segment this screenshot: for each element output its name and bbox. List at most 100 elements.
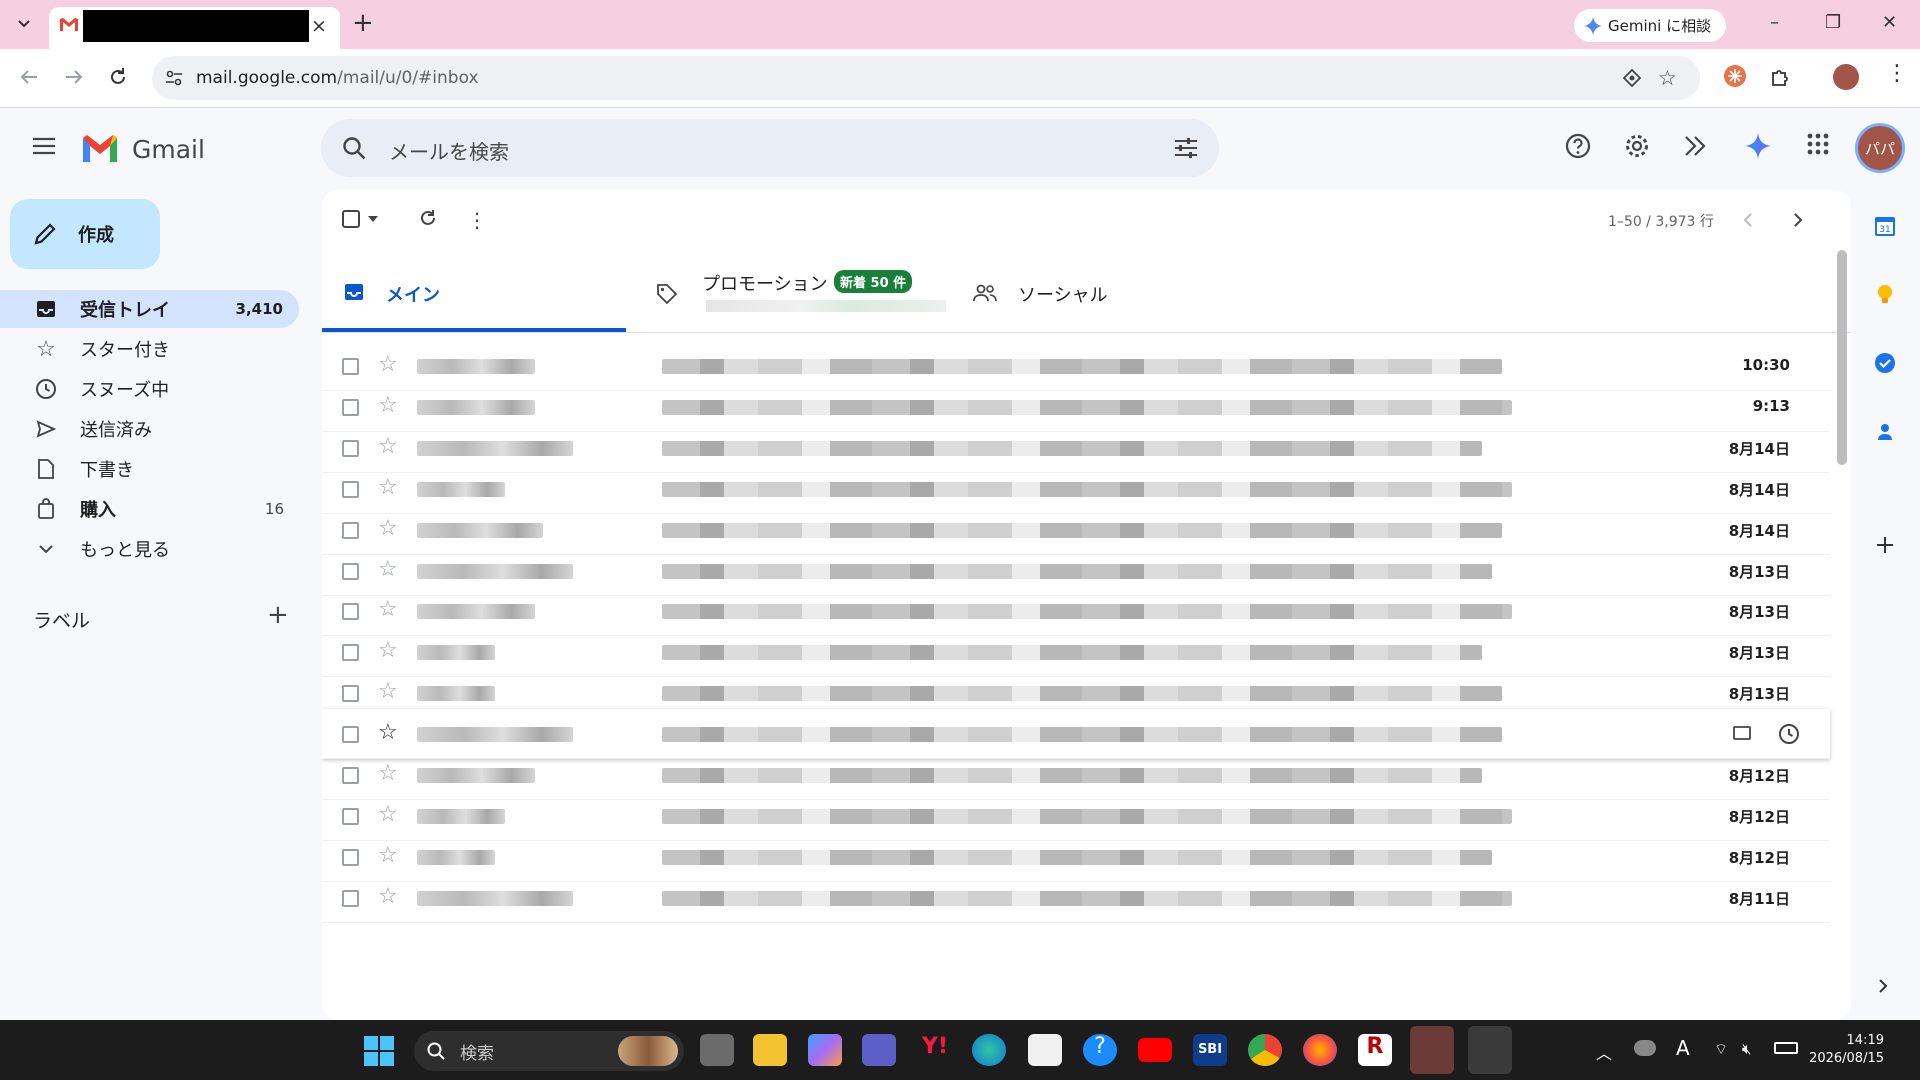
row-star-icon[interactable]: ☆ bbox=[378, 844, 398, 867]
sidebar-item-more[interactable]: もっと見る bbox=[0, 530, 300, 568]
row-checkbox[interactable] bbox=[342, 562, 359, 580]
table-row[interactable]: ☆ 8月11日 bbox=[322, 873, 1830, 923]
compose-button[interactable]: 作成 bbox=[10, 199, 160, 269]
search-options-icon[interactable] bbox=[1173, 136, 1199, 160]
older-page-icon[interactable] bbox=[1792, 212, 1804, 228]
row-star-icon[interactable]: ☆ bbox=[378, 681, 398, 703]
tab-promotions[interactable]: プロモーション 新着 50 件 bbox=[626, 250, 946, 332]
row-checkbox[interactable] bbox=[342, 848, 359, 866]
get-help-icon[interactable]: ? bbox=[1083, 1034, 1117, 1066]
tray-overflow-icon[interactable]: ︿ bbox=[1596, 1040, 1612, 1064]
restore-button[interactable]: ❐ bbox=[1825, 12, 1841, 33]
row-star-icon[interactable]: ☆ bbox=[378, 885, 398, 908]
row-star-icon[interactable]: ☆ bbox=[378, 803, 398, 826]
row-star-icon[interactable]: ☆ bbox=[378, 599, 398, 621]
row-checkbox[interactable] bbox=[342, 685, 359, 703]
task-view-icon[interactable] bbox=[700, 1034, 734, 1066]
gemini-button[interactable]: Gemini に相談 bbox=[1574, 9, 1726, 42]
row-star-icon[interactable]: ☆ bbox=[378, 354, 398, 376]
microsoft-store-icon[interactable] bbox=[1028, 1034, 1062, 1066]
calendar-icon[interactable]: 31 bbox=[1873, 214, 1897, 238]
profile-avatar-icon[interactable] bbox=[1833, 64, 1859, 90]
browser-menu-icon[interactable]: ⋮ bbox=[1886, 61, 1908, 86]
snooze-clock-icon[interactable] bbox=[1778, 723, 1800, 745]
battery-icon[interactable] bbox=[1774, 1042, 1798, 1054]
help-icon[interactable] bbox=[1564, 132, 1592, 160]
row-star-icon[interactable]: ☆ bbox=[378, 517, 398, 540]
row-star-icon[interactable]: ☆ bbox=[378, 476, 398, 499]
tasks-icon[interactable] bbox=[1873, 351, 1897, 375]
settings-gear-icon[interactable] bbox=[1623, 132, 1651, 160]
sidebar-item-starred[interactable]: ☆ スター付き bbox=[0, 330, 300, 368]
teams-icon[interactable] bbox=[862, 1034, 896, 1066]
account-avatar[interactable]: パパ bbox=[1855, 123, 1905, 173]
lens-icon[interactable] bbox=[1622, 68, 1642, 88]
row-star-icon[interactable]: ☆ bbox=[378, 722, 398, 744]
browser-tab-gmail[interactable]: × bbox=[49, 7, 340, 49]
row-checkbox[interactable] bbox=[342, 807, 359, 825]
forward-button[interactable] bbox=[63, 66, 85, 88]
gemini-icon[interactable] bbox=[1744, 132, 1772, 160]
gmail-logo-icon[interactable] bbox=[80, 132, 120, 164]
row-checkbox[interactable] bbox=[342, 603, 359, 621]
row-checkbox[interactable] bbox=[342, 726, 359, 744]
sidebar-item-inbox[interactable]: 受信トレイ 3,410 bbox=[0, 290, 299, 328]
back-button[interactable] bbox=[18, 66, 40, 88]
row-checkbox[interactable] bbox=[342, 358, 359, 375]
search-icon[interactable] bbox=[341, 135, 367, 161]
tab-primary[interactable]: メイン bbox=[322, 250, 626, 332]
google-apps-icon[interactable] bbox=[1806, 132, 1830, 156]
row-checkbox[interactable] bbox=[342, 521, 359, 539]
firefox-icon[interactable] bbox=[1303, 1034, 1337, 1066]
row-checkbox[interactable] bbox=[342, 889, 359, 907]
file-explorer-icon[interactable] bbox=[753, 1034, 787, 1066]
taskbar-search[interactable]: 検索 bbox=[414, 1031, 684, 1071]
ime-indicator[interactable]: A bbox=[1676, 1036, 1690, 1060]
close-window-button[interactable]: ✕ bbox=[1882, 12, 1897, 33]
chrome-icon[interactable] bbox=[1248, 1034, 1282, 1066]
sidebar-item-snoozed[interactable]: スヌーズ中 bbox=[0, 370, 300, 408]
more-actions-icon[interactable]: ⋮ bbox=[467, 208, 487, 232]
row-star-icon[interactable]: ☆ bbox=[378, 394, 398, 417]
claude-taskbar-icon[interactable] bbox=[1410, 1026, 1454, 1074]
chrome-profile-taskbar-icon[interactable] bbox=[1468, 1026, 1512, 1074]
row-checkbox[interactable] bbox=[342, 644, 359, 662]
row-star-icon[interactable]: ☆ bbox=[378, 435, 398, 458]
new-tab-button[interactable]: + bbox=[352, 10, 374, 36]
mail-search-bar[interactable]: メールを検索 bbox=[321, 119, 1219, 177]
keep-icon[interactable] bbox=[1873, 282, 1897, 306]
select-dropdown-icon[interactable] bbox=[368, 216, 378, 222]
onedrive-icon[interactable] bbox=[1634, 1040, 1656, 1056]
rakuten-icon[interactable]: R bbox=[1358, 1034, 1392, 1066]
omnibox[interactable]: mail.google.com/mail/u/0/#inbox ☆ bbox=[152, 56, 1700, 100]
row-checkbox[interactable] bbox=[342, 480, 359, 498]
speaker-muted-icon[interactable]: 🔇︎ bbox=[1742, 1040, 1751, 1058]
edge-icon[interactable] bbox=[972, 1034, 1006, 1066]
minimize-button[interactable]: – bbox=[1770, 12, 1779, 33]
reload-button[interactable] bbox=[107, 66, 129, 88]
add-addon-icon[interactable] bbox=[1873, 533, 1897, 557]
row-checkbox[interactable] bbox=[342, 398, 359, 416]
refresh-icon[interactable] bbox=[418, 208, 438, 228]
tab-search-dropdown[interactable] bbox=[14, 14, 34, 34]
mark-unread-icon[interactable] bbox=[1732, 723, 1752, 745]
youtube-icon[interactable] bbox=[1138, 1038, 1172, 1062]
mail-list-scrollbar[interactable] bbox=[1837, 250, 1847, 465]
windows-start-icon[interactable] bbox=[364, 1036, 394, 1066]
sidebar-item-purchases[interactable]: 購入 16 bbox=[0, 490, 300, 528]
contacts-icon[interactable] bbox=[1873, 420, 1897, 444]
select-all-checkbox[interactable] bbox=[342, 210, 360, 228]
extensions-puzzle-icon[interactable] bbox=[1769, 66, 1791, 88]
yahoo-icon[interactable]: Y! bbox=[918, 1034, 952, 1066]
row-star-icon[interactable]: ☆ bbox=[378, 558, 398, 581]
sidebar-item-drafts[interactable]: 下書き bbox=[0, 450, 300, 488]
row-star-icon[interactable]: ☆ bbox=[378, 640, 398, 662]
tab-close-button[interactable]: × bbox=[311, 15, 327, 37]
sidebar-item-sent[interactable]: 送信済み bbox=[0, 410, 300, 448]
wifi-icon[interactable]: ⌔ bbox=[1714, 1040, 1728, 1059]
table-row[interactable]: ☆ bbox=[322, 709, 1830, 760]
bookmark-star-icon[interactable]: ☆ bbox=[1658, 66, 1677, 90]
sbi-icon[interactable]: SBI bbox=[1193, 1034, 1227, 1066]
extension-claude-icon[interactable] bbox=[1722, 63, 1748, 89]
main-menu-icon[interactable] bbox=[31, 136, 57, 156]
